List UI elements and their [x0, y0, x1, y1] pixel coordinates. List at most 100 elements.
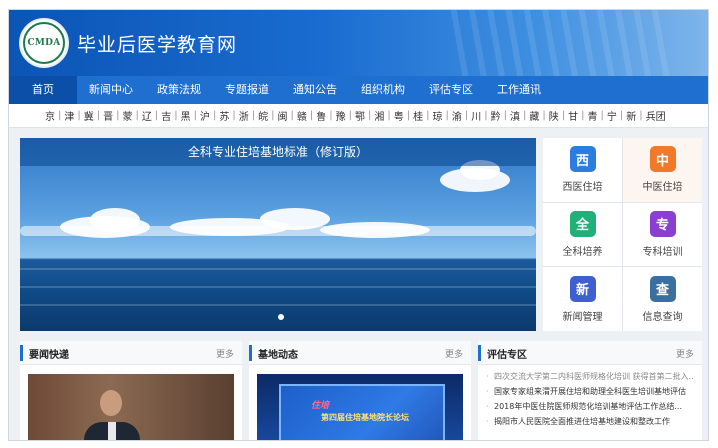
- western-medicine-icon: 西: [569, 146, 596, 173]
- province-link[interactable]: 川: [468, 108, 484, 123]
- cloud-horizon: [20, 226, 536, 236]
- wave: [20, 304, 536, 306]
- person-shirt: [108, 422, 116, 440]
- province-link[interactable]: 黑: [178, 108, 194, 123]
- panel-title: 基地动态: [258, 350, 298, 361]
- province-link[interactable]: 蒙: [120, 108, 136, 123]
- quick-link-label: 专科培训: [642, 246, 683, 258]
- quick-link-label: 新闻管理: [562, 311, 603, 323]
- province-link[interactable]: 滇: [507, 108, 523, 123]
- quick-link-label: 全科培养: [562, 246, 603, 258]
- province-link[interactable]: 湘: [371, 108, 387, 123]
- page-frame: CMDA 毕业后医学教育网 首页 新闻中心 政策法规 专题报道 通知公告 组织机…: [8, 9, 709, 441]
- person-head: [100, 390, 122, 416]
- province-link[interactable]: 桂: [410, 108, 426, 123]
- province-link[interactable]: 苏: [216, 108, 232, 123]
- province-link[interactable]: 黔: [488, 108, 504, 123]
- news-management-icon: 新: [569, 275, 596, 302]
- base-news-photo[interactable]: 住培 第四届住培基地院长论坛: [257, 374, 463, 440]
- logo-emblem: CMDA: [23, 22, 65, 64]
- screen-logo: 住培: [311, 401, 330, 411]
- province-link[interactable]: 浙: [236, 108, 252, 123]
- quick-link-chinese-medicine[interactable]: 中 中医住培: [623, 138, 702, 202]
- province-link[interactable]: 鲁: [313, 108, 329, 123]
- province-link[interactable]: 新: [623, 108, 639, 123]
- site-header: CMDA 毕业后医学教育网: [9, 10, 708, 76]
- province-link[interactable]: 豫: [333, 108, 349, 123]
- nav-news-center[interactable]: 新闻中心: [77, 76, 145, 104]
- province-link[interactable]: 渝: [449, 108, 465, 123]
- wave: [20, 286, 536, 288]
- list-item[interactable]: 揭阳市人民医院全面推进住培基地建设和整改工作: [486, 414, 694, 429]
- province-link[interactable]: 闽: [275, 108, 291, 123]
- panel-accent-bar: [20, 345, 23, 361]
- panel-title: 评估专区: [487, 350, 527, 361]
- evaluation-news-list: 四次交流大学第二内科医师规格化培训 获得首第二批入... 国家专家组来渭开展住培…: [478, 365, 702, 429]
- province-bar: 京 | 津 | 冀 | 晋 | 蒙 | 辽 | 吉 | 黑 | 沪 | 苏 | 浙 | 皖 | 闽 | 赣 | 鲁 | 豫 | 鄂 | 湘 | 粤 | 桂 |…: [9, 104, 708, 128]
- quick-link-specialty-training[interactable]: 专 专科培训: [623, 202, 702, 267]
- nav-policies[interactable]: 政策法规: [145, 76, 213, 104]
- wave: [20, 268, 536, 270]
- province-link[interactable]: 皖: [255, 108, 271, 123]
- base-news-panel: 基地动态 更多 住培 第四届住培基地院长论坛: [249, 341, 471, 440]
- banner-caption[interactable]: 全科专业住培基地标准（修订版）: [20, 138, 536, 166]
- province-link[interactable]: 鄂: [352, 108, 368, 123]
- panel-header: 评估专区 更多: [478, 341, 702, 365]
- province-link[interactable]: 冀: [81, 108, 97, 123]
- nav-notices[interactable]: 通知公告: [281, 76, 349, 104]
- screen-text: 第四届住培基地院长论坛: [321, 413, 409, 422]
- list-item[interactable]: 2018年中医住院医师规范化培训基地评估工作总结...: [486, 399, 694, 414]
- province-link[interactable]: 粤: [391, 108, 407, 123]
- province-link[interactable]: 辽: [139, 108, 155, 123]
- list-item[interactable]: 四次交流大学第二内科医师规格化培训 获得首第二批入...: [486, 369, 694, 384]
- quick-links-grid: 西 西医住培 中 中医住培 全 全科培养 专 专科培训 新 新闻管理 查 信息查…: [543, 138, 702, 331]
- province-link[interactable]: 吉: [158, 108, 174, 123]
- province-link[interactable]: 琼: [430, 108, 446, 123]
- more-link[interactable]: 更多: [445, 347, 463, 360]
- site-title[interactable]: 毕业后医学教育网: [77, 30, 237, 57]
- more-link[interactable]: 更多: [676, 347, 694, 360]
- nav-newsletter[interactable]: 工作通讯: [485, 76, 553, 104]
- panel-header: 要闻快递 更多: [20, 341, 242, 365]
- quick-link-label: 信息查询: [642, 311, 683, 323]
- quick-link-news-management[interactable]: 新 新闻管理: [543, 267, 622, 331]
- quick-link-general-practice[interactable]: 全 全科培养: [543, 202, 622, 267]
- evaluation-panel: 评估专区 更多 四次交流大学第二内科医师规格化培训 获得首第二批入... 国家专…: [478, 341, 702, 440]
- province-link[interactable]: 藏: [526, 108, 542, 123]
- province-link[interactable]: 宁: [604, 108, 620, 123]
- province-link[interactable]: 京: [42, 108, 58, 123]
- general-practice-icon: 全: [569, 210, 596, 237]
- nav-organization[interactable]: 组织机构: [349, 76, 417, 104]
- province-link[interactable]: 青: [585, 108, 601, 123]
- panel-accent-bar: [478, 345, 481, 361]
- province-link[interactable]: 晋: [100, 108, 116, 123]
- list-item[interactable]: 国家专家组来渭开展住培和助理全科医生培训基地评估: [486, 384, 694, 399]
- panel-header: 基地动态 更多: [249, 341, 471, 365]
- cmda-logo[interactable]: CMDA: [19, 18, 69, 68]
- province-link[interactable]: 甘: [565, 108, 581, 123]
- chinese-medicine-icon: 中: [649, 146, 676, 173]
- province-link[interactable]: 兵团: [643, 108, 669, 123]
- news-photo[interactable]: [28, 374, 234, 440]
- province-link[interactable]: 陕: [546, 108, 562, 123]
- quick-link-info-query[interactable]: 查 信息查询: [623, 267, 702, 331]
- hero-banner[interactable]: 全科专业住培基地标准（修订版）: [20, 138, 536, 331]
- province-link[interactable]: 津: [61, 108, 77, 123]
- event-screen: 住培 第四届住培基地院长论坛: [279, 384, 445, 440]
- nav-special-reports[interactable]: 专题报道: [213, 76, 281, 104]
- info-query-icon: 查: [649, 275, 676, 302]
- panel-title: 要闻快递: [29, 350, 69, 361]
- nav-evaluation[interactable]: 评估专区: [417, 76, 485, 104]
- quick-link-label: 中医住培: [642, 182, 683, 194]
- more-link[interactable]: 更多: [216, 347, 234, 360]
- news-express-panel: 要闻快递 更多: [20, 341, 242, 440]
- logo-text: CMDA: [27, 38, 61, 48]
- province-link[interactable]: 沪: [197, 108, 213, 123]
- specialty-training-icon: 专: [649, 210, 676, 237]
- nav-home[interactable]: 首页: [9, 76, 77, 104]
- panel-accent-bar: [249, 345, 252, 361]
- province-link[interactable]: 赣: [294, 108, 310, 123]
- quick-link-label: 西医住培: [562, 182, 603, 194]
- quick-link-western-medicine[interactable]: 西 西医住培: [543, 138, 622, 202]
- carousel-dot[interactable]: [278, 314, 284, 320]
